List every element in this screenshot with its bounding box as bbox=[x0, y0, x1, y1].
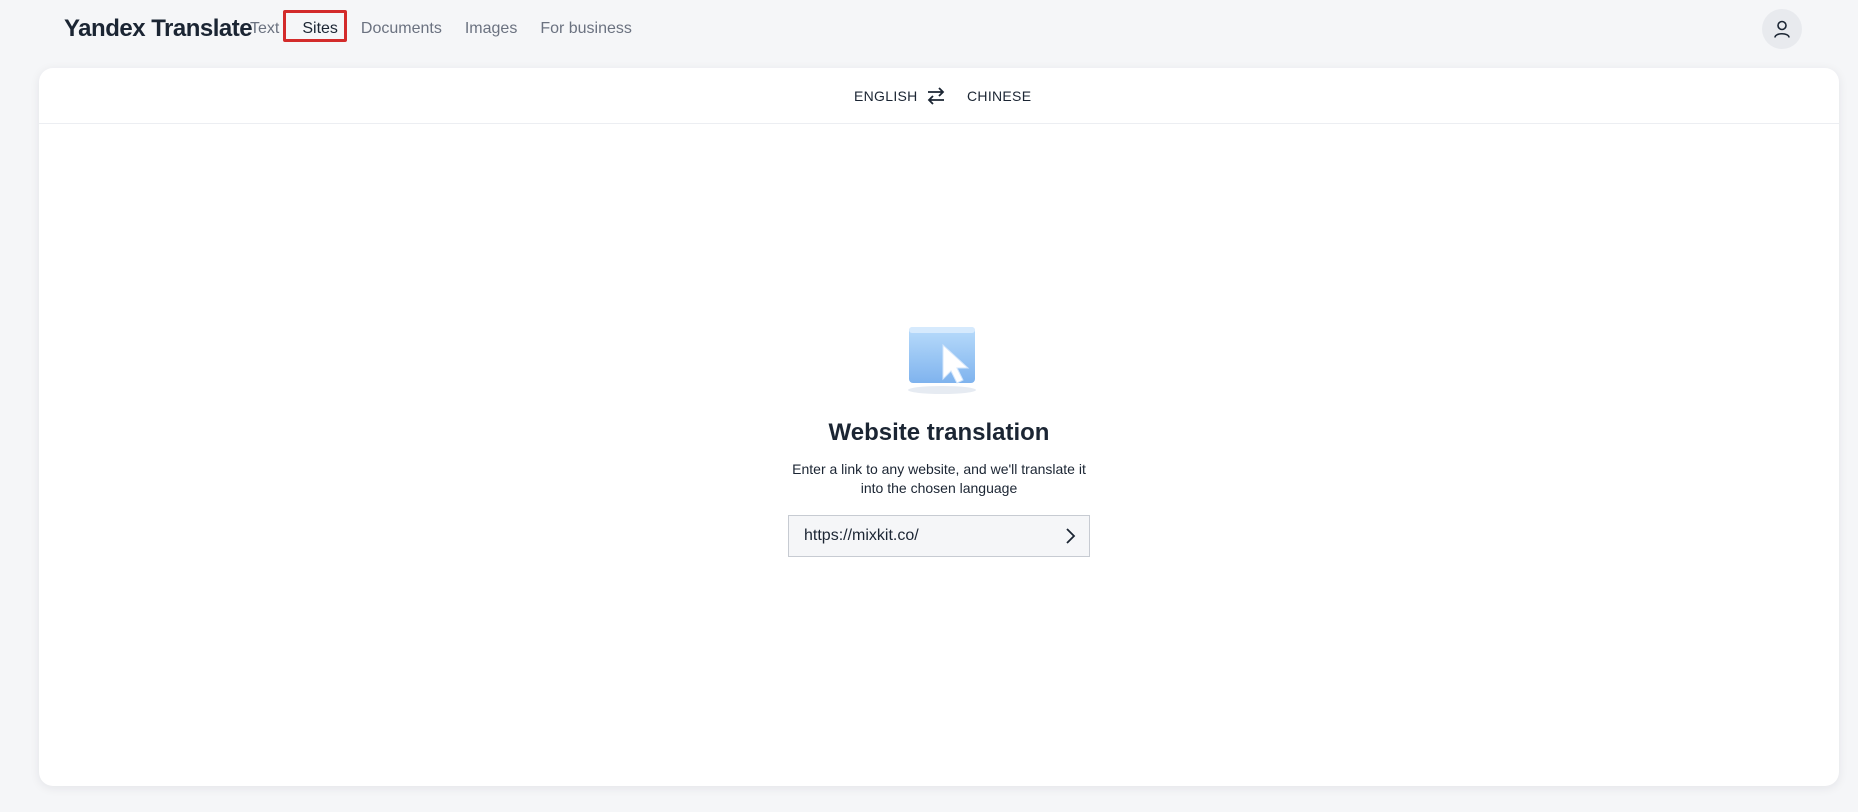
header: Yandex Translate Text Sites Documents Im… bbox=[0, 0, 1858, 62]
nav-item-text[interactable]: Text bbox=[250, 20, 279, 38]
source-language-button[interactable]: ENGLISH bbox=[854, 88, 918, 104]
target-language-button[interactable]: CHINESE bbox=[967, 88, 1031, 104]
translation-card: ENGLISH CHINESE Website translation Ente… bbox=[39, 68, 1839, 786]
nav-item-images[interactable]: Images bbox=[465, 20, 517, 38]
swap-arrows-icon[interactable] bbox=[926, 86, 946, 106]
page: Yandex Translate Text Sites Documents Im… bbox=[0, 0, 1858, 812]
nav-item-documents[interactable]: Documents bbox=[361, 20, 442, 38]
nav-item-sites[interactable]: Sites bbox=[283, 10, 348, 42]
nav-item-for-business[interactable]: For business bbox=[540, 20, 632, 38]
user-icon bbox=[1774, 20, 1790, 38]
language-bar: ENGLISH CHINESE bbox=[39, 68, 1839, 124]
chevron-right-icon bbox=[1066, 528, 1076, 544]
url-input[interactable] bbox=[789, 516, 1051, 556]
translate-site-button[interactable] bbox=[1051, 517, 1089, 555]
main-nav: Text Sites Documents Images For business bbox=[250, 10, 655, 42]
folder-cursor-icon bbox=[908, 327, 976, 394]
user-avatar-button[interactable] bbox=[1762, 9, 1802, 49]
logo[interactable]: Yandex Translate bbox=[64, 15, 253, 43]
page-title: Website translation bbox=[828, 419, 1050, 446]
page-subtitle: Enter a link to any website, and we'll t… bbox=[792, 461, 1086, 496]
url-form bbox=[788, 515, 1090, 557]
active-tab-highlight bbox=[283, 10, 348, 42]
